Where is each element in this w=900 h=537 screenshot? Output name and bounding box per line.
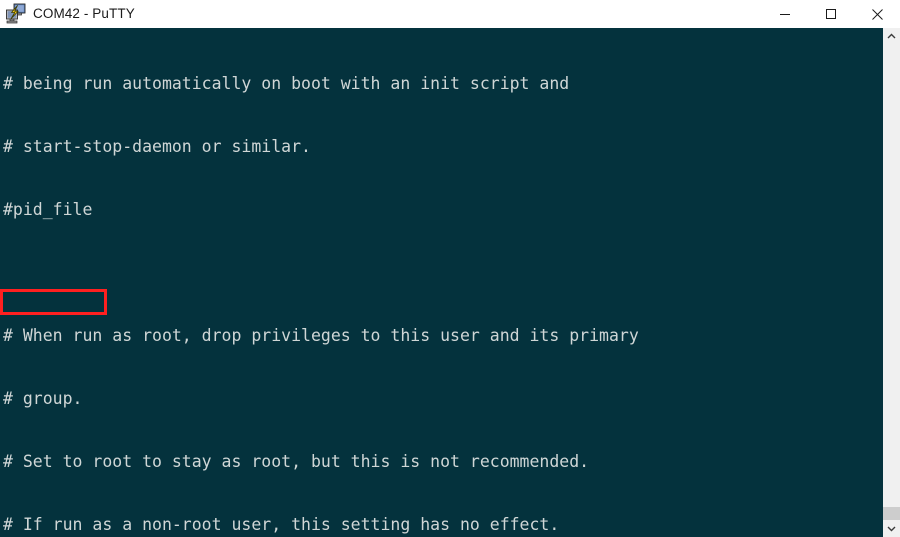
window-title: COM42 - PuTTY: [33, 6, 135, 21]
scrollbar-down-button[interactable]: [883, 520, 900, 537]
terminal-line: # Set to root to stay as root, but this …: [3, 452, 590, 471]
terminal-line: #pid_file: [3, 200, 93, 219]
terminal-line: # group.: [3, 389, 83, 408]
scrollbar-track[interactable]: [883, 45, 900, 533]
terminal-line: # being run automatically on boot with a…: [3, 74, 570, 93]
window-titlebar[interactable]: COM42 - PuTTY: [0, 0, 900, 28]
minimize-icon: [780, 14, 790, 15]
maximize-button[interactable]: [808, 0, 854, 28]
scrollbar-up-button[interactable]: [883, 28, 900, 45]
close-button[interactable]: [854, 0, 900, 28]
putty-icon: [6, 3, 26, 24]
chevron-down-icon: [887, 526, 896, 532]
terminal-line: # start-stop-daemon or similar.: [3, 137, 311, 156]
close-icon: [871, 8, 883, 20]
chevron-up-icon: [887, 33, 896, 39]
maximize-icon: [826, 9, 836, 19]
terminal-line: # When run as root, drop privileges to t…: [3, 326, 639, 345]
putty-window: COM42 - PuTTY # being run automatically …: [0, 0, 900, 537]
terminal-line: # If run as a non-root user, this settin…: [3, 515, 560, 534]
terminal-screen[interactable]: # being run automatically on boot with a…: [0, 28, 883, 537]
terminal-text-area: # being run automatically on boot with a…: [3, 31, 881, 537]
minimize-button[interactable]: [762, 0, 808, 28]
terminal-scrollbar[interactable]: [883, 28, 900, 537]
